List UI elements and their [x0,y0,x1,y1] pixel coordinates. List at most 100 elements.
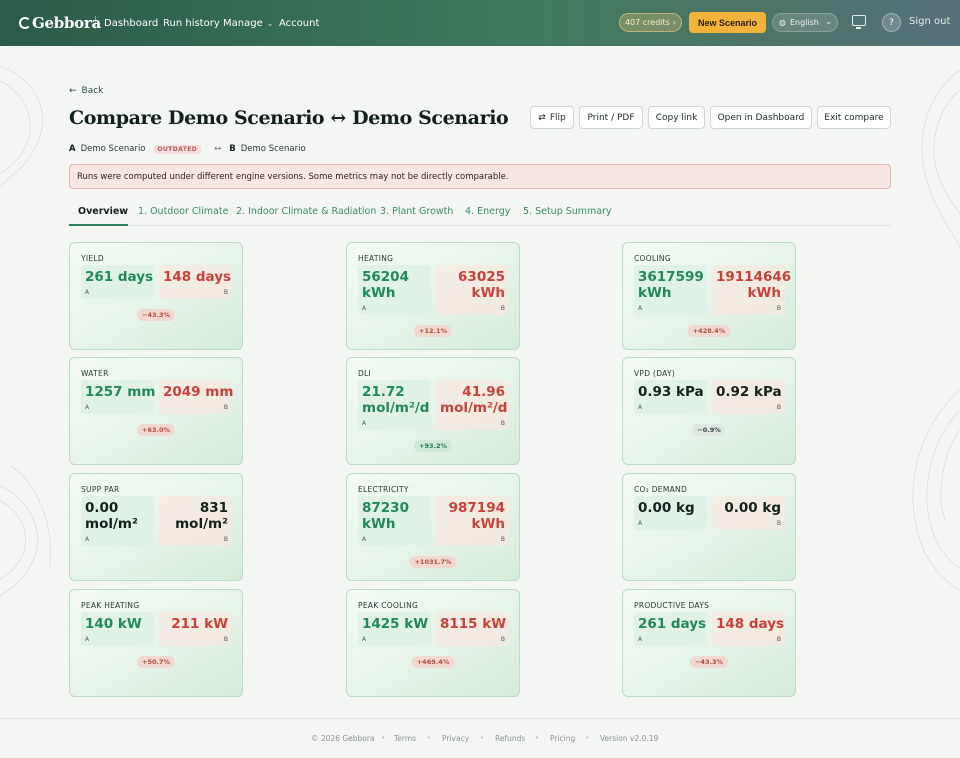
copy-link-button[interactable]: Copy link [648,106,705,129]
metric-number-a: 0.00 mol/m² [85,500,138,532]
metric-card: VPD (DAY) 0.93 kPa A 0.92 kPa B −0.9% [622,357,796,465]
metric-label: YIELD [81,254,104,263]
back-label: Back [81,86,104,96]
section-tabs: Overview 1. Outdoor Climate 2. Indoor Cl… [69,200,891,226]
new-scenario-button[interactable]: New Scenario [689,12,766,33]
metric-value-a: 1425 kW A [358,612,431,646]
metric-value-a: 140 kW A [81,612,154,646]
metric-delta-badge: +428.4% [687,325,731,337]
tab-plant-growth[interactable]: 3. Plant Growth [380,206,453,217]
scenario-tag-a: A [638,305,643,312]
metric-card: PEAK COOLING 1425 kW A 8115 kW B +469.4% [346,589,520,697]
metric-value-a: 1257 mm A [81,380,156,414]
metric-delta-badge: +1031.7% [409,556,457,568]
metric-number-b: 0.92 kPa [716,384,782,400]
tab-setup-summary[interactable]: 5. Setup Summary [523,206,612,217]
scenario-tag-b: B [500,636,505,643]
metric-delta-badge: +469.4% [411,656,455,668]
metric-label: WATER [81,369,109,378]
metric-label: PEAK HEATING [81,601,140,610]
metric-label: ELECTRICITY [358,485,409,494]
credits-badge[interactable]: 407 credits › [619,13,682,32]
open-in-dashboard-button[interactable]: Open in Dashboard [710,106,812,129]
help-button[interactable]: ? [882,13,901,32]
metric-number-b: 8115 kW [440,616,507,632]
metric-number-b: 211 kW [171,616,228,632]
scenario-tag-a: A [638,520,643,527]
language-select[interactable]: ◍ English ⌄ [772,13,838,32]
metric-number-a: 1257 mm [85,384,156,400]
metric-number-b: 2049 mm [163,384,234,400]
footer-separator: • [585,734,590,742]
scenario-tag-b: B [776,305,781,312]
metric-card: PRODUCTIVE DAYS 261 days A 148 days B −43.3% [622,589,796,697]
metric-value-b: 987194 kWh B [436,496,509,546]
nav-account[interactable]: Account [279,0,319,46]
metric-value-b: 148 days B [159,265,232,299]
nav-run-history[interactable]: Run history [163,0,220,46]
print-pdf-button[interactable]: Print / PDF [579,106,643,129]
metric-number-a: 0.00 kg [638,500,695,516]
scenario-tag-a: A [85,404,90,411]
top-navbar: Gebbora Dashboard Run history Manage ⌄ A… [0,0,960,46]
nav-manage-label: Manage [223,17,263,29]
brand-logo[interactable]: Gebbora [19,14,101,32]
language-value: English [789,18,819,27]
metric-value-b: 148 days B [712,612,785,646]
tab-energy[interactable]: 4. Energy [465,206,510,217]
footer-privacy-link[interactable]: Privacy [442,734,469,743]
metric-number-a: 3617599 kWh [638,269,704,301]
metric-number-b: 987194 kWh [448,500,505,532]
credits-label: 407 credits [624,18,670,27]
metric-delta-badge: +50.7% [137,656,175,668]
metric-value-b: 8115 kW B [436,612,509,646]
metric-number-a: 0.93 kPa [638,384,704,400]
footer-separator: • [480,734,485,742]
scenario-tag-a: A [638,636,643,643]
scenario-tag-a: A [362,636,367,643]
nav-divider [95,16,96,29]
topo-decoration-right [912,69,960,591]
metric-delta-badge: +63.0% [137,424,175,436]
brand-name: Gebbora [32,14,101,32]
metric-value-b: 0.92 kPa B [712,380,785,414]
metric-number-b: 41.96 mol/m²/d [440,384,508,416]
tab-overview[interactable]: Overview [78,206,128,217]
nav-dashboard[interactable]: Dashboard [104,0,158,46]
metric-label: SUPP PAR [81,485,120,494]
nav-manage[interactable]: Manage ⌄ [223,0,273,46]
metric-value-b: 831 mol/m² B [159,496,232,546]
tab-indoor-climate-radiation[interactable]: 2. Indoor Climate & Radiation [236,206,376,217]
footer-terms-link[interactable]: Terms [394,734,416,743]
scenario-tag-a: A [362,305,367,312]
metric-value-a: 0.93 kPa A [634,380,707,414]
metric-value-a: 0.00 kg A [634,496,707,530]
footer-refunds-link[interactable]: Refunds [495,734,525,743]
metric-value-b: 19114646 kWh B [712,265,791,315]
scenario-tag-b: B [223,536,228,543]
scenario-tag-b: B [776,520,781,527]
metric-value-a: 56204 kWh A [358,265,431,315]
metric-value-b: 63025 kWh B [436,265,509,315]
metric-label: CO₂ DEMAND [634,485,688,494]
metric-delta-badge: +93.2% [414,440,452,452]
metric-label: DLI [358,369,372,378]
footer-pricing-link[interactable]: Pricing [550,734,575,743]
tab-outdoor-climate[interactable]: 1. Outdoor Climate [138,206,228,217]
metric-delta-badge: +12.1% [414,325,452,337]
footer-separator: • [427,734,432,742]
metric-delta-badge: −0.9% [692,424,726,436]
active-tab-indicator [69,224,128,226]
topo-decoration-left [0,65,52,597]
sign-out-link[interactable]: Sign out [909,16,950,27]
metric-number-a: 87230 kWh [362,500,409,532]
back-link[interactable]: ← Back [69,86,103,96]
scenario-a-letter: A [69,144,76,154]
display-mode-icon[interactable] [852,15,866,29]
scenario-tag-a: A [85,536,90,543]
metric-value-a: 3617599 kWh A [634,265,707,315]
metric-value-a: 261 days A [634,612,707,646]
metric-number-a: 56204 kWh [362,269,409,301]
flip-button[interactable]: ⇄ Flip [530,106,574,129]
exit-compare-button[interactable]: Exit compare [817,106,891,129]
